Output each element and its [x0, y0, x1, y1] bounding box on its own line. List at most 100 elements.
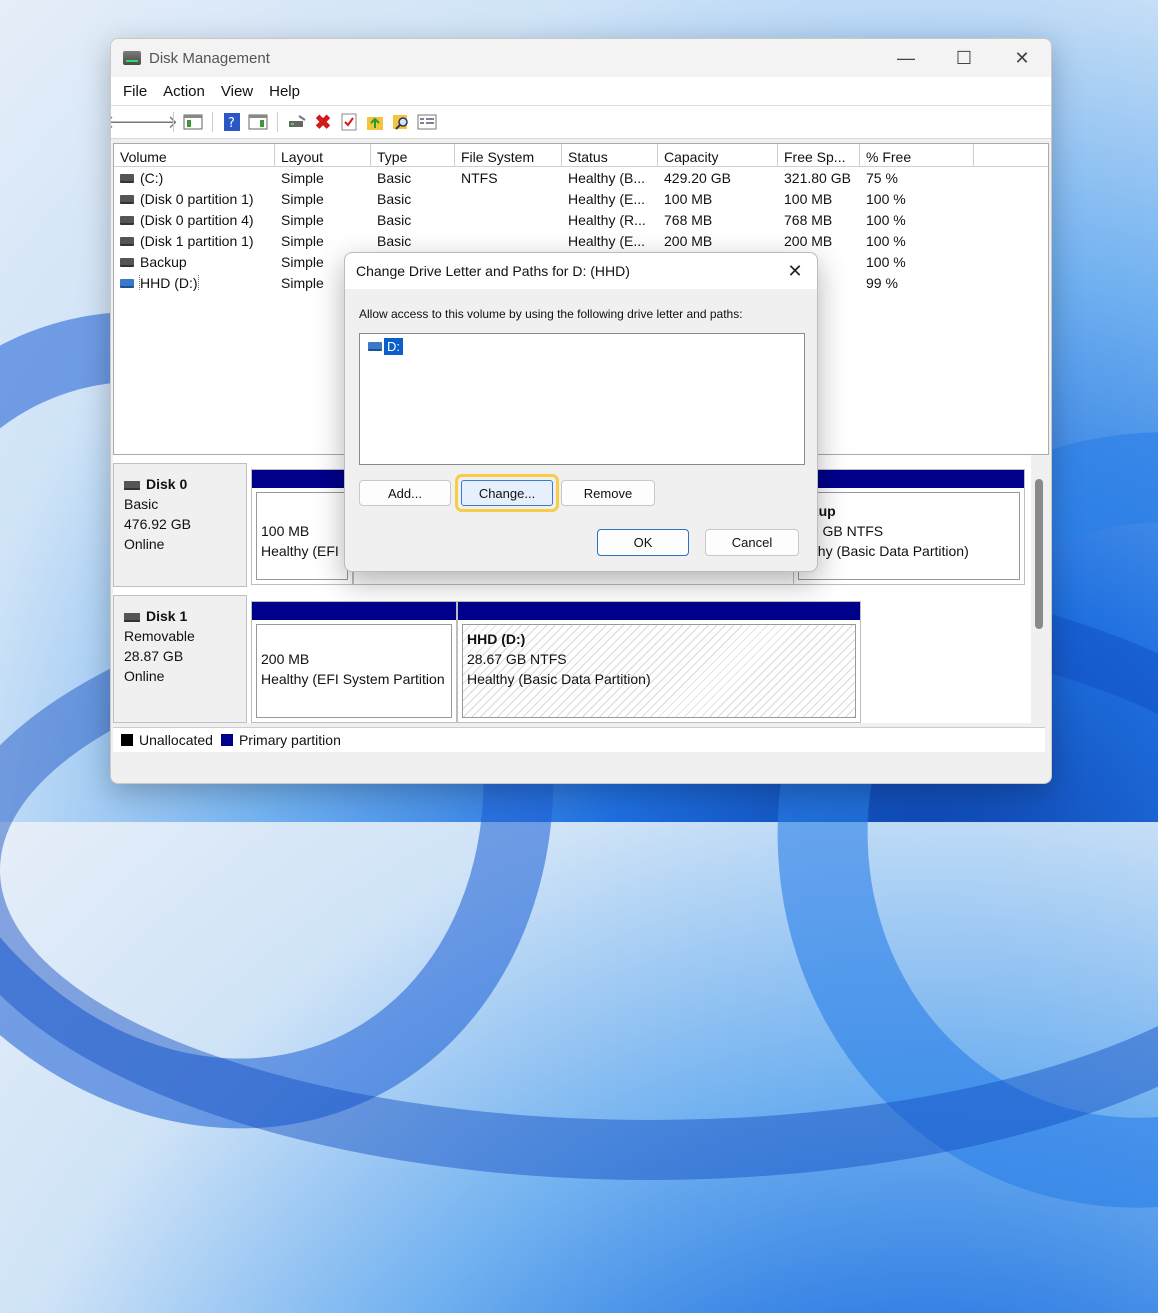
- drive-path-item[interactable]: D:: [368, 338, 403, 355]
- minimize-button[interactable]: —: [877, 39, 935, 77]
- drive-icon: [120, 216, 134, 226]
- cell-status: Healthy (E...: [568, 232, 646, 249]
- delete-icon[interactable]: ✖: [312, 111, 334, 134]
- close-button[interactable]: ✕: [993, 39, 1051, 77]
- table-row[interactable]: (Disk 0 partition 4) Simple Basic Healthy (…: [114, 209, 1048, 230]
- volume-list-header: Volume Layout Type File System Status Ca…: [114, 144, 1048, 167]
- legend-primary: Primary partition: [238, 732, 341, 748]
- cell-pct: 99 %: [866, 274, 898, 291]
- cell-free: 200 MB: [784, 232, 833, 249]
- disk-kind: Basic: [124, 496, 159, 512]
- help-icon[interactable]: ?: [221, 111, 243, 133]
- disk-size: 476.92 GB: [124, 516, 191, 532]
- col-status[interactable]: Status: [562, 144, 658, 166]
- disk-management-icon: [123, 51, 141, 65]
- legend-unallocated: Unallocated: [139, 732, 213, 748]
- partition-size: 87 GB NTFS: [803, 523, 884, 539]
- cell-pct: 100 %: [866, 190, 906, 207]
- svg-text:?: ?: [228, 116, 235, 131]
- partition-size: 200 MB: [261, 651, 310, 667]
- search-icon[interactable]: [390, 111, 412, 133]
- partition-size: 100 MB: [261, 523, 310, 539]
- cell-layout: Simple: [281, 211, 324, 228]
- maximize-button[interactable]: ☐: [935, 39, 993, 77]
- ok-button[interactable]: OK: [597, 529, 689, 556]
- cell-capacity: 100 MB: [664, 190, 713, 207]
- table-row[interactable]: (Disk 0 partition 1) Simple Basic Healthy (…: [114, 188, 1048, 209]
- cell-free: 321.80 GB: [784, 169, 851, 186]
- cancel-button[interactable]: Cancel: [705, 529, 799, 556]
- cell-fs: NTFS: [461, 169, 498, 186]
- cell-type: Basic: [377, 169, 412, 186]
- drive-icon: [120, 195, 134, 205]
- connect-drive-icon[interactable]: [286, 111, 308, 133]
- remove-button[interactable]: Remove: [561, 480, 655, 506]
- menu-view[interactable]: View: [213, 83, 261, 100]
- menu-bar: File Action View Help: [111, 77, 1051, 105]
- partition-name: HHD (D:): [467, 631, 526, 647]
- disk-state: Online: [124, 536, 165, 552]
- col-percent-free[interactable]: % Free: [860, 144, 974, 166]
- disk-kind: Removable: [124, 628, 195, 644]
- change-drive-letter-dialog: Change Drive Letter and Paths for D: (HH…: [344, 252, 818, 572]
- check-icon[interactable]: [338, 111, 360, 133]
- col-volume[interactable]: Volume: [114, 144, 275, 166]
- disk-icon: [124, 612, 140, 622]
- cell-status: Healthy (R...: [568, 211, 646, 228]
- partition-name: ckup: [803, 503, 836, 519]
- menu-action[interactable]: Action: [155, 83, 213, 100]
- drive-icon: [120, 279, 134, 289]
- add-button[interactable]: Add...: [359, 480, 451, 506]
- drive-paths-list[interactable]: D:: [359, 333, 805, 465]
- col-free-space[interactable]: Free Sp...: [778, 144, 860, 166]
- cell-volume: (Disk 1 partition 1): [114, 233, 275, 249]
- disk-name: Disk 1: [146, 608, 188, 624]
- cell-volume: (C:): [114, 170, 275, 186]
- disk-icon: [124, 480, 140, 490]
- cell-pct: 100 %: [866, 253, 906, 270]
- col-layout[interactable]: Layout: [275, 144, 371, 166]
- disk-0-partition-1[interactable]: 100 MB Healthy (EFI: [251, 469, 353, 585]
- disk-1-partition-1[interactable]: 200 MB Healthy (EFI System Partition: [251, 601, 457, 723]
- cell-type: Basic: [377, 232, 412, 249]
- menu-help[interactable]: Help: [261, 83, 308, 100]
- cell-status: Healthy (E...: [568, 190, 646, 207]
- partition-status: Healthy (Basic Data Partition): [467, 671, 651, 687]
- cell-volume: Backup: [114, 254, 275, 270]
- partition-status: Healthy (EFI: [261, 543, 339, 559]
- cell-capacity: 200 MB: [664, 232, 713, 249]
- disk-map-scrollbar[interactable]: [1033, 455, 1045, 723]
- table-row[interactable]: (Disk 1 partition 1) Simple Basic Healthy (…: [114, 230, 1048, 251]
- properties-icon[interactable]: [416, 111, 438, 133]
- show-hide-console-icon[interactable]: [182, 111, 204, 133]
- cell-pct: 100 %: [866, 232, 906, 249]
- col-type[interactable]: Type: [371, 144, 455, 166]
- cell-layout: Simple: [281, 232, 324, 249]
- disk-1-partition-hhd[interactable]: HHD (D:) 28.67 GB NTFS Healthy (Basic Da…: [457, 601, 861, 723]
- table-row[interactable]: (C:) Simple Basic NTFS Healthy (B... 429.20 G…: [114, 167, 1048, 188]
- disk-0-partition-backup[interactable]: ckup 87 GB NTFS althy (Basic Data Partit…: [793, 469, 1025, 585]
- up-folder-icon[interactable]: [364, 111, 386, 133]
- cell-type: Basic: [377, 211, 412, 228]
- disk-state: Online: [124, 668, 165, 684]
- toolbar: 🡐 🡒 ? ✖: [111, 105, 1051, 139]
- change-button[interactable]: Change...: [455, 474, 559, 512]
- drive-icon: [120, 237, 134, 247]
- cell-status: Healthy (B...: [568, 169, 646, 186]
- dialog-close-button[interactable]: ✕: [773, 261, 817, 282]
- drive-icon: [368, 342, 382, 351]
- partition-size: 28.67 GB NTFS: [467, 651, 567, 667]
- col-capacity[interactable]: Capacity: [658, 144, 778, 166]
- menu-file[interactable]: File: [115, 83, 155, 100]
- disk-1-label[interactable]: Disk 1 Removable 28.87 GB Online: [113, 595, 247, 723]
- col-file-system[interactable]: File System: [455, 144, 562, 166]
- drive-path-label: D:: [384, 338, 403, 355]
- show-pane-icon[interactable]: [247, 111, 269, 133]
- cell-volume: HHD (D:): [114, 274, 275, 291]
- change-button-label: Change...: [461, 480, 553, 506]
- scrollbar-thumb[interactable]: [1035, 479, 1043, 629]
- cell-layout: Simple: [281, 169, 324, 186]
- disk-0-label[interactable]: Disk 0 Basic 476.92 GB Online: [113, 463, 247, 587]
- dialog-description: Allow access to this volume by using the…: [359, 307, 743, 321]
- forward-icon[interactable]: 🡒: [130, 111, 178, 133]
